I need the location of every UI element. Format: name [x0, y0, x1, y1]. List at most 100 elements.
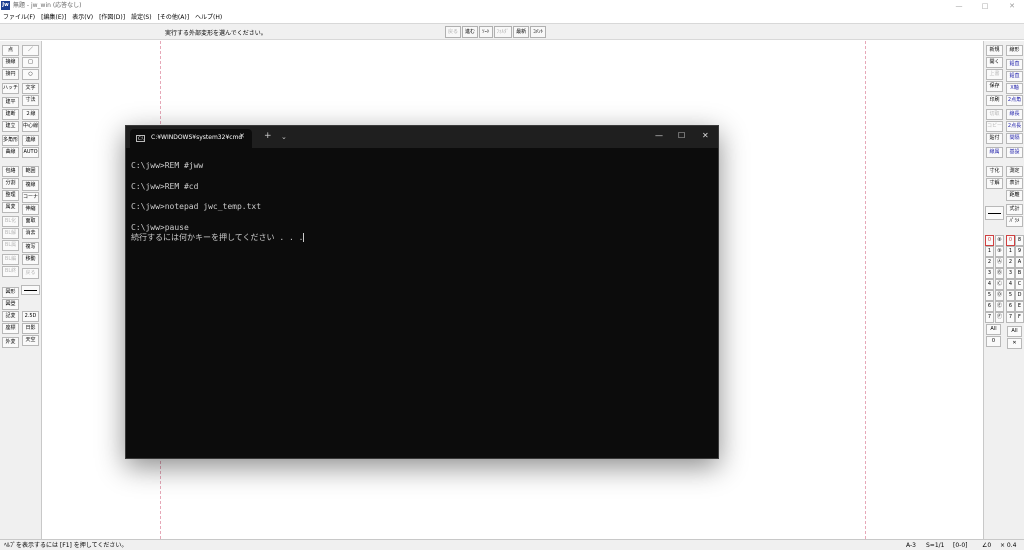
- forward-button[interactable]: 進む: [462, 26, 479, 38]
- tool-divide[interactable]: 分割: [2, 178, 19, 189]
- layer-group-b[interactable]: Ⓑ: [995, 268, 1004, 279]
- tool-block-edit[interactable]: BL編: [2, 254, 19, 265]
- folder-button[interactable]: ﾌｫﾙﾀﾞ: [493, 26, 513, 38]
- tool-envelope[interactable]: 包絡: [2, 166, 19, 177]
- tool-tangent-circle[interactable]: 接円: [2, 69, 19, 80]
- vertical-2-button[interactable]: 鉛直: [1006, 71, 1023, 82]
- formula-calc-button[interactable]: 式計: [1006, 204, 1023, 215]
- cmd-output[interactable]: C:\jww>REM #jww C:\jww>REM #cd C:\jww>no…: [131, 161, 711, 243]
- layer-group-0[interactable]: 0: [985, 235, 994, 246]
- tool-rectangle[interactable]: □: [22, 57, 39, 68]
- cmd-title-bar[interactable]: C:\ C:¥WINDOWS¥system32¥cmd ✕ + ⌄ — ☐ ✕: [126, 126, 718, 148]
- tool-block-end[interactable]: BL終: [2, 266, 19, 277]
- tool-range[interactable]: 範囲: [22, 166, 39, 177]
- vertical-button[interactable]: 鉛直: [1006, 59, 1023, 70]
- tool-block-make[interactable]: BL化: [2, 216, 19, 227]
- layer-group-6[interactable]: 6: [985, 301, 994, 312]
- status-paper[interactable]: A-3: [906, 541, 916, 550]
- layer-c[interactable]: C: [1015, 279, 1024, 290]
- status-scale[interactable]: S=1/1: [926, 541, 945, 550]
- menu-other[interactable]: [その他(A)]: [155, 12, 192, 23]
- layer-6[interactable]: 6: [1006, 301, 1015, 312]
- tool-organize[interactable]: 整理: [2, 190, 19, 201]
- layer-group-e[interactable]: Ⓔ: [995, 301, 1004, 312]
- tool-offset[interactable]: 複線: [22, 180, 39, 191]
- two-point-length-button[interactable]: 2点長: [1006, 121, 1023, 132]
- x-axis-button[interactable]: X軸: [1006, 83, 1023, 94]
- measure-button[interactable]: 測定: [1006, 166, 1023, 177]
- menu-view[interactable]: 表示(V): [69, 12, 96, 23]
- parametric-button[interactable]: ﾊﾟﾗﾒ: [1006, 216, 1023, 227]
- back-button[interactable]: 戻る: [445, 26, 462, 38]
- menu-draw[interactable]: [作図(D)]: [96, 12, 128, 23]
- tool-2-5d[interactable]: 2.5D: [22, 311, 39, 322]
- status-zoom[interactable]: × 0.4: [1000, 541, 1016, 550]
- tool-stretch[interactable]: 伸縮: [22, 204, 39, 215]
- dim-make-button[interactable]: 寸化: [986, 166, 1003, 177]
- tool-move[interactable]: 移動: [22, 254, 39, 265]
- line-type-indicator[interactable]: [21, 285, 40, 295]
- layer-f[interactable]: F: [1015, 312, 1024, 323]
- line-length-button[interactable]: 線長: [1006, 109, 1023, 120]
- tab-close-icon[interactable]: ✕: [239, 132, 245, 140]
- layer-group-d[interactable]: Ⓓ: [995, 290, 1004, 301]
- tool-coordinate[interactable]: 座標: [2, 323, 19, 334]
- tool-tangent[interactable]: 接線: [2, 57, 19, 68]
- tool-sky[interactable]: 天空: [22, 335, 39, 346]
- layer-e[interactable]: E: [1015, 301, 1024, 312]
- tool-block-explode[interactable]: BL解: [2, 228, 19, 239]
- maximize-button[interactable]: □: [976, 0, 994, 12]
- cmd-maximize-button[interactable]: ☐: [678, 130, 685, 142]
- cut-button[interactable]: 切取: [986, 109, 1003, 120]
- tool-text[interactable]: 文字: [22, 83, 39, 94]
- layer-8[interactable]: 8: [1015, 235, 1024, 246]
- tool-dimension[interactable]: 寸法: [22, 95, 39, 106]
- menu-edit[interactable]: [編集(E)]: [38, 12, 69, 23]
- chevron-down-icon[interactable]: ⌄: [281, 132, 287, 142]
- menu-file[interactable]: ファイル(F): [0, 12, 38, 23]
- copy-button[interactable]: コピー: [986, 121, 1003, 132]
- tool-connect-line[interactable]: 連線: [22, 135, 39, 146]
- cmd-minimize-button[interactable]: —: [655, 130, 663, 142]
- comment-button[interactable]: ｺﾒﾝﾄ: [530, 26, 547, 38]
- file-new-button[interactable]: 新規: [986, 45, 1003, 56]
- save-button[interactable]: 保存: [986, 81, 1003, 92]
- interval-button[interactable]: 間隔: [1006, 133, 1023, 144]
- tool-undo[interactable]: 戻る: [22, 268, 39, 279]
- tool-symbol-change[interactable]: 記変: [2, 311, 19, 322]
- new-tab-icon[interactable]: +: [264, 131, 272, 141]
- print-button[interactable]: 印刷: [986, 95, 1003, 106]
- paste-button[interactable]: 貼付: [986, 133, 1003, 144]
- layer-4[interactable]: 4: [1006, 279, 1015, 290]
- menu-settings[interactable]: 設定(S): [128, 12, 155, 23]
- tool-building-elevation[interactable]: 建立: [2, 121, 19, 132]
- table-calc-button[interactable]: 表計: [1006, 178, 1023, 189]
- status-layer[interactable]: [0-0]: [953, 541, 967, 550]
- layer-b[interactable]: B: [1015, 268, 1024, 279]
- cmd-tab[interactable]: C:\ C:¥WINDOWS¥system32¥cmd ✕: [130, 129, 252, 148]
- two-point-angle-button[interactable]: 2点角: [1006, 95, 1023, 106]
- close-button[interactable]: ✕: [1003, 0, 1021, 12]
- tool-erase[interactable]: 消去: [22, 228, 39, 239]
- layer-d[interactable]: D: [1015, 290, 1024, 301]
- layer-3[interactable]: 3: [1006, 268, 1015, 279]
- tool-external-transform[interactable]: 外変: [2, 337, 19, 348]
- cmd-close-button[interactable]: ✕: [702, 130, 709, 142]
- dim-explode-button[interactable]: 寸解: [986, 178, 1003, 189]
- tool-corner[interactable]: コーナー: [22, 192, 39, 203]
- tool-polygon[interactable]: 多角形: [2, 135, 19, 146]
- layer-group-1[interactable]: 1: [985, 246, 994, 257]
- tool-chamfer[interactable]: 面取: [22, 216, 39, 227]
- minimize-button[interactable]: —: [950, 0, 968, 12]
- layer-group-8[interactable]: ⑧: [995, 235, 1004, 246]
- layer-group-2[interactable]: 2: [985, 257, 994, 268]
- tool-shadow[interactable]: 日影: [22, 323, 39, 334]
- tool-copy[interactable]: 複写: [22, 242, 39, 253]
- latest-button[interactable]: 最新: [513, 26, 530, 38]
- layer-group-f[interactable]: Ⓕ: [995, 312, 1004, 323]
- layer-group-current[interactable]: 0: [986, 336, 1001, 347]
- tool-attr-change[interactable]: 属変: [2, 202, 19, 213]
- line-sample-right[interactable]: [985, 206, 1004, 220]
- file-open-button[interactable]: 開く: [986, 57, 1003, 68]
- tool-double-line[interactable]: ２線: [22, 109, 39, 120]
